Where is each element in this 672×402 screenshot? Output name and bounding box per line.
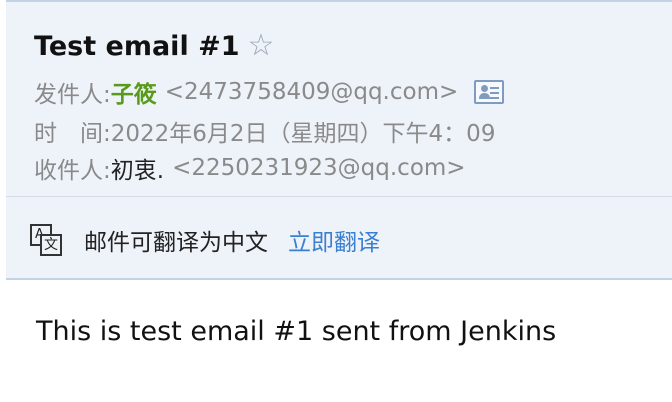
star-icon[interactable]: ☆	[248, 31, 275, 61]
translate-notice: 邮件可翻译为中文	[84, 230, 268, 256]
sent-time: 2022年6月2日（星期四）下午4：09	[110, 121, 496, 147]
email-body: This is test email #1 sent from Jenkins	[36, 316, 557, 347]
translate-now-link[interactable]: 立即翻译	[288, 223, 380, 257]
translate-icon: A 文	[30, 224, 62, 256]
sender-address: <2473758409@qq.com>	[164, 79, 459, 105]
to-row: 收件人: 初衷. <2250231923@qq.com>	[34, 152, 466, 184]
time-label: 时 间:	[34, 121, 111, 147]
header-divider	[6, 196, 672, 197]
contact-card-icon[interactable]	[474, 80, 505, 104]
recipient-name[interactable]: 初衷.	[111, 151, 164, 185]
time-row: 时 间: 2022年6月2日（星期四）下午4：09	[34, 115, 495, 147]
to-label: 收件人:	[34, 158, 111, 184]
email-header: Test email #1 ☆ 发件人: 子筱 <2473758409@qq.c…	[6, 0, 672, 280]
sender-name[interactable]: 子筱	[111, 75, 157, 109]
subject-row: Test email #1 ☆	[34, 26, 274, 66]
from-label: 发件人:	[34, 82, 111, 108]
recipient-address: <2250231923@qq.com>	[172, 155, 466, 181]
from-row: 发件人: 子筱 <2473758409@qq.com>	[34, 75, 505, 109]
email-subject: Test email #1	[34, 30, 240, 62]
translate-bar: A 文 邮件可翻译为中文 立即翻译	[30, 222, 380, 258]
